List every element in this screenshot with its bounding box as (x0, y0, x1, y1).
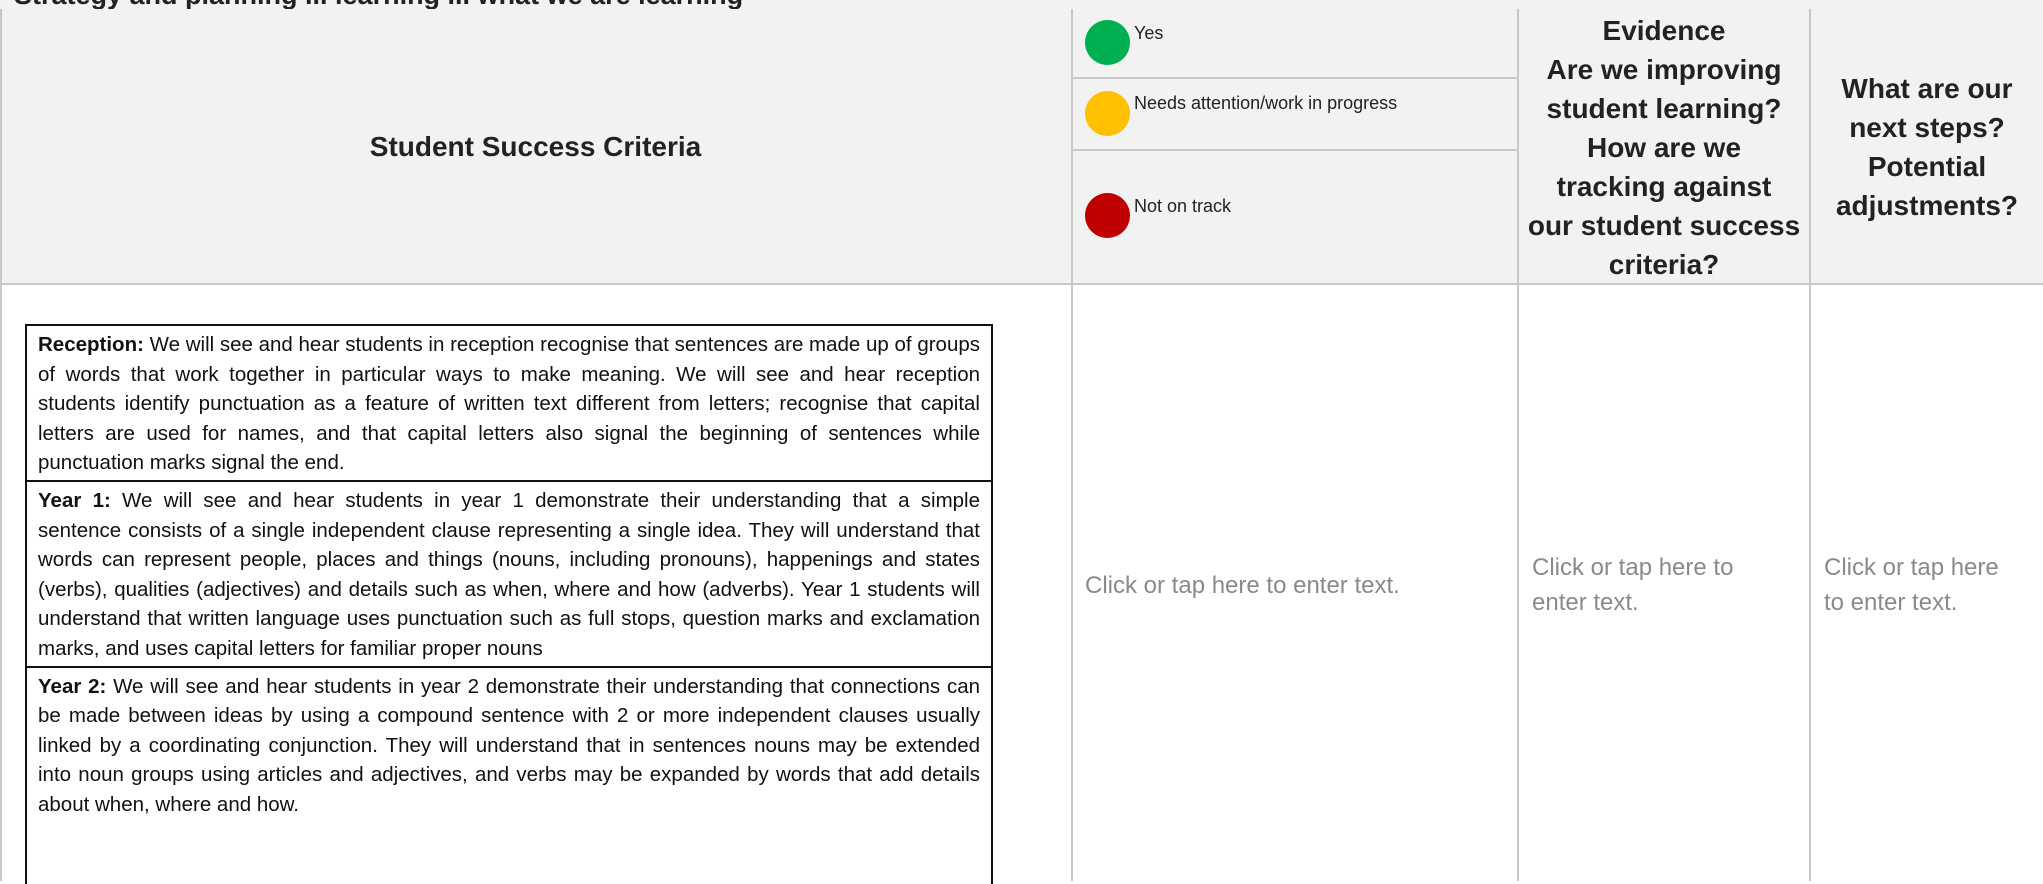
legend-label-yes: Yes (1134, 23, 1164, 43)
legend-label-not-on-track: Not on track (1134, 196, 1232, 216)
next-steps-placeholder-line: Click or tap here (1824, 554, 1999, 581)
next-steps-placeholder-line: to enter text. (1824, 589, 1958, 616)
evidence-header-line: tracking against (1556, 170, 1772, 202)
criteria-text: We will see and hear students in year 2 … (38, 674, 980, 816)
evidence-header-line: How are we (1586, 131, 1742, 163)
legend-yes: Yes (1073, 9, 1517, 77)
criteria-year-2: Year 2: We will see and hear students in… (27, 668, 991, 822)
next-steps-header-line: What are our (1841, 73, 2013, 104)
evidence-placeholder-line: enter text. (1532, 589, 1639, 616)
legend-not-on-track: Not on track (1073, 151, 1517, 283)
next-steps-column-header: What are our next steps? Potential adjus… (1811, 9, 2043, 285)
criteria-label: Year 2: (38, 674, 107, 698)
green-status-dot-icon (1085, 20, 1130, 65)
legend-label-needs-attention: Needs attention/work in progress (1134, 93, 1398, 113)
criteria-text: We will see and hear students in year 1 … (38, 488, 981, 660)
criteria-column-header: Student Success Criteria (369, 131, 702, 162)
evidence-column-header: Evidence Are we improving student learni… (1519, 9, 1809, 285)
red-status-dot-icon (1085, 193, 1130, 238)
next-steps-text-field[interactable]: Click or tap here to enter text. (1824, 550, 2039, 620)
evidence-header-line: Are we improving (1546, 53, 1782, 85)
evidence-header-line: student learning? (1546, 92, 1782, 124)
evidence-text-field[interactable]: Click or tap here to enter text. (1532, 550, 1802, 620)
success-criteria-box: Reception: We will see and hear students… (25, 324, 993, 884)
amber-status-dot-icon (1085, 91, 1130, 136)
evidence-header-line: our student success (1527, 209, 1801, 241)
legend-needs-attention: Needs attention/work in progress (1073, 79, 1517, 149)
evidence-placeholder-line: Click or tap here to (1532, 554, 1734, 581)
criteria-label: Year 1: (38, 488, 111, 512)
next-steps-header-line: next steps? (1849, 112, 2005, 143)
next-steps-header-line: Potential (1867, 151, 1987, 182)
next-steps-header-line: adjustments? (1835, 190, 2019, 221)
criteria-year-1: Year 1: We will see and hear students in… (27, 482, 991, 668)
status-text-field[interactable]: Click or tap here to enter text. (1085, 568, 1505, 603)
evidence-header-line: criteria? (1608, 248, 1720, 280)
criteria-text: We will see and hear students in recepti… (38, 333, 981, 475)
evidence-header-line: Evidence (1602, 14, 1726, 46)
criteria-reception: Reception: We will see and hear students… (27, 326, 991, 482)
criteria-label: Reception: (38, 333, 144, 356)
